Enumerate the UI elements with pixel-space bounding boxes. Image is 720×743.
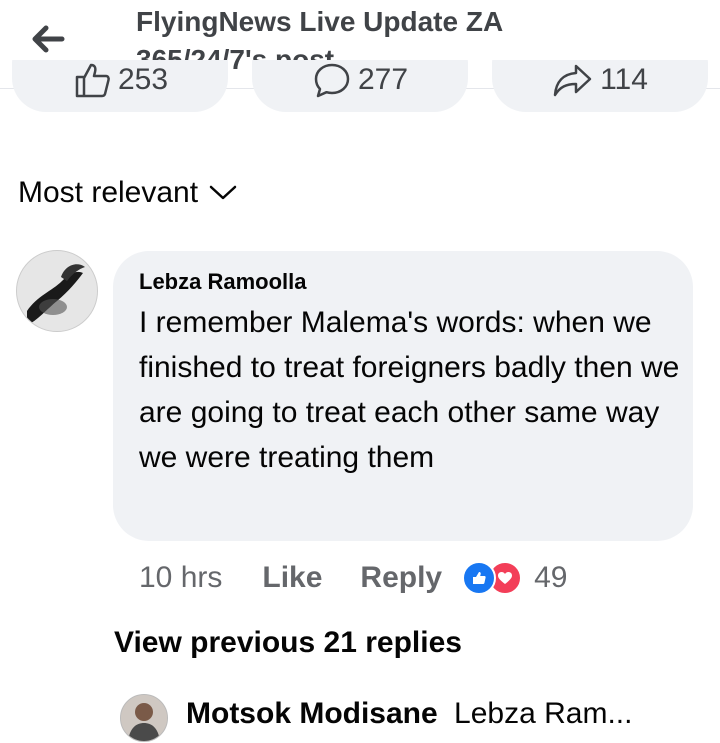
title-line-1: FlyingNews Live Update ZA xyxy=(136,6,504,37)
comment-author[interactable]: Lebza Ramoolla xyxy=(139,269,306,295)
post-stats-bar: 253 277 114 xyxy=(0,60,720,144)
reply-preview-text: Lebza Ram... xyxy=(454,697,633,730)
shares-pill[interactable]: 114 xyxy=(492,60,708,112)
reaction-summary[interactable]: 49 xyxy=(462,561,568,595)
likes-count: 253 xyxy=(117,63,169,96)
reply-author[interactable]: Motsok Modisane xyxy=(186,697,438,730)
comment-timestamp[interactable]: 10 hrs xyxy=(139,561,222,595)
like-button[interactable]: Like xyxy=(262,561,322,595)
thumbs-up-icon xyxy=(72,60,112,100)
like-reaction-icon xyxy=(462,561,497,595)
comment-actions: 10 hrs Like Reply 49 xyxy=(139,558,568,598)
reaction-count: 49 xyxy=(534,561,568,594)
comment-icon xyxy=(312,60,352,100)
share-icon xyxy=(552,60,594,100)
comment-text: I remember Malema's words: when we finis… xyxy=(139,306,680,474)
shares-count: 114 xyxy=(600,63,648,96)
back-arrow-icon[interactable] xyxy=(26,18,68,60)
reply-button[interactable]: Reply xyxy=(360,561,442,595)
view-previous-replies-link[interactable]: View previous 21 replies xyxy=(114,626,462,660)
reply-avatar[interactable] xyxy=(120,694,168,742)
comment-sort-dropdown[interactable]: Most relevant xyxy=(18,176,238,210)
sort-label: Most relevant xyxy=(18,176,199,209)
reply-preview-row[interactable]: Motsok Modisane Lebza Ram... xyxy=(186,697,632,731)
comments-pill[interactable]: 277 xyxy=(252,60,468,112)
likes-pill[interactable]: 253 xyxy=(12,60,228,112)
comments-count: 277 xyxy=(357,63,409,96)
chevron-down-icon xyxy=(208,176,238,210)
avatar[interactable] xyxy=(16,250,98,332)
